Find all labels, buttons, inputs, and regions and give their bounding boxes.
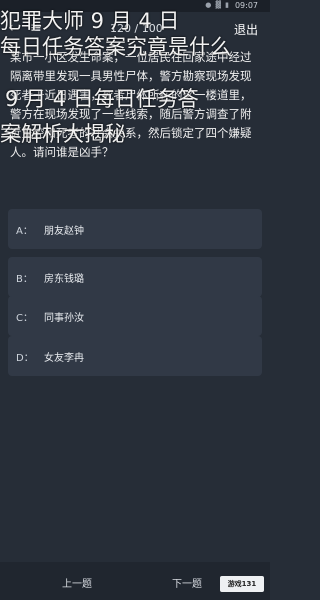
option-letter: C： xyxy=(16,313,33,324)
status-icons: ● ▓ ▮ xyxy=(205,1,230,9)
overlay-title-line-2: 每日任务答案究竟是什么 xyxy=(0,35,231,59)
option-b[interactable]: B： 房东钱璐 xyxy=(8,257,262,297)
option-d[interactable]: D： 女友李冉 xyxy=(8,336,262,376)
previous-question-button[interactable]: 上一题 xyxy=(62,575,92,590)
bottom-nav: 上一题 下一题 游戏131 xyxy=(0,562,270,600)
watermark-logo: 游戏131 xyxy=(220,576,264,592)
exit-button[interactable]: 退出 xyxy=(234,21,258,38)
option-text: 同事孙汝 xyxy=(44,313,84,324)
overlay-title-line-4: 案解析大揭秘 xyxy=(0,122,126,146)
option-c[interactable]: C： 同事孙汝 xyxy=(8,296,262,336)
overlay-title-line-3: 9 月 4 日每日任务答 xyxy=(5,87,199,111)
option-letter: D： xyxy=(16,353,34,364)
option-text: 女友李冉 xyxy=(44,353,84,364)
next-question-button[interactable]: 下一题 xyxy=(172,575,202,590)
option-text: 朋友赵钟 xyxy=(44,226,84,237)
option-letter: A： xyxy=(16,226,33,237)
status-time: 09:07 xyxy=(234,1,258,10)
option-a[interactable]: A： 朋友赵钟 xyxy=(8,209,262,249)
option-text: 房东钱璐 xyxy=(44,274,84,285)
option-letter: B： xyxy=(16,274,33,285)
overlay-title-line-1: 犯罪大师 9 月 4 日 xyxy=(0,9,180,33)
question-panel: 某市一小区发生命案，一位居民在回家途中经过隔离带里发现一具男性尸体，警方勘察现场… xyxy=(8,48,262,190)
